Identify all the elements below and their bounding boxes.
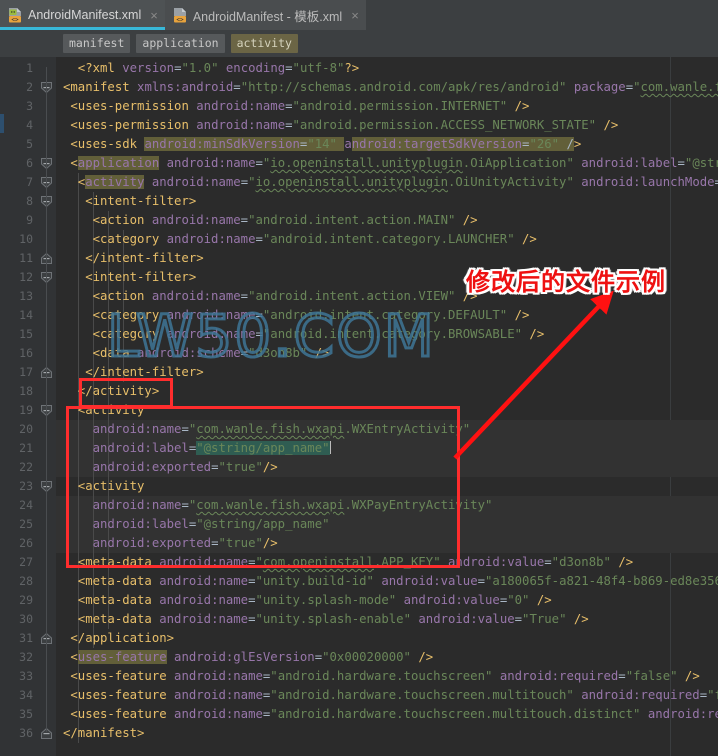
annotation-box-closing-activity bbox=[79, 378, 173, 408]
line-number: 2 bbox=[0, 78, 38, 97]
line-number: 8 bbox=[0, 192, 38, 211]
line-number: 24 bbox=[0, 496, 38, 515]
line-number: 19 bbox=[0, 401, 38, 420]
fold-spine bbox=[46, 276, 47, 371]
line-number: 23 bbox=[0, 477, 38, 496]
code-line[interactable]: <data android:scheme="d3on8b" /> bbox=[93, 344, 330, 363]
code-line[interactable]: <intent-filter> bbox=[85, 268, 196, 287]
code-line[interactable]: </application> bbox=[70, 629, 174, 648]
code-line[interactable]: <action android:name="android.intent.act… bbox=[93, 287, 478, 306]
breadcrumb-item-application[interactable]: application bbox=[136, 34, 224, 53]
editor-window: <> AndroidManifest.xml × <> AndroidManif… bbox=[0, 0, 718, 756]
code-line[interactable]: <meta-data android:name="unity.splash-en… bbox=[78, 610, 589, 629]
line-number: 15 bbox=[0, 325, 38, 344]
code-line[interactable]: </intent-filter> bbox=[85, 249, 203, 268]
code-line[interactable]: <uses-feature android:name="android.hard… bbox=[70, 667, 699, 686]
breadcrumb-item-activity[interactable]: activity bbox=[231, 34, 298, 53]
line-number: 22 bbox=[0, 458, 38, 477]
line-number: 32 bbox=[0, 648, 38, 667]
line-number: 26 bbox=[0, 534, 38, 553]
line-number: 10 bbox=[0, 230, 38, 249]
line-number: 4 bbox=[0, 116, 38, 135]
line-number: 31 bbox=[0, 629, 38, 648]
line-number: 9 bbox=[0, 211, 38, 230]
tab-close-icon[interactable]: × bbox=[150, 9, 158, 22]
svg-text:<>: <> bbox=[176, 16, 184, 23]
annotation-label-modified-file-example: 修改后的文件示例 bbox=[466, 262, 666, 297]
annotation-box-new-activities bbox=[66, 406, 460, 568]
code-line[interactable]: <?xml version="1.0" encoding="utf-8"?> bbox=[78, 59, 359, 78]
line-number: 28 bbox=[0, 572, 38, 591]
breadcrumb: manifest application activity bbox=[0, 30, 718, 57]
svg-text:<>: <> bbox=[11, 16, 19, 23]
code-line[interactable]: <uses-feature android:name="android.hard… bbox=[70, 686, 718, 705]
line-number: 30 bbox=[0, 610, 38, 629]
line-number: 7 bbox=[0, 173, 38, 192]
line-number: 25 bbox=[0, 515, 38, 534]
line-number: 6 bbox=[0, 154, 38, 173]
code-line[interactable]: </manifest> bbox=[63, 724, 144, 743]
android-xml-file-icon: <> bbox=[8, 7, 23, 23]
fold-spine bbox=[46, 181, 47, 257]
code-line[interactable]: <category android:name="android.intent.c… bbox=[93, 230, 537, 249]
xml-file-icon: <> bbox=[173, 7, 188, 23]
editor-gutter[interactable]: 1234567891011121314151617181920212223242… bbox=[0, 57, 56, 756]
code-line[interactable]: <manifest xmlns:android="http://schemas.… bbox=[63, 78, 718, 97]
tab-label: AndroidManifest.xml bbox=[28, 8, 141, 22]
code-line[interactable]: <uses-permission android:name="android.p… bbox=[70, 97, 529, 116]
line-number: 14 bbox=[0, 306, 38, 325]
tab-label: AndroidManifest - 模板.xml bbox=[193, 6, 342, 25]
line-number: 3 bbox=[0, 97, 38, 116]
fold-spine bbox=[46, 409, 47, 637]
editor-tab-bar: <> AndroidManifest.xml × <> AndroidManif… bbox=[0, 0, 718, 30]
line-number: 13 bbox=[0, 287, 38, 306]
code-line[interactable]: <uses-sdk android:minSdkVersion="14" and… bbox=[70, 135, 581, 154]
code-line[interactable]: <uses-feature android:name="android.hard… bbox=[70, 705, 718, 724]
line-number: 16 bbox=[0, 344, 38, 363]
code-line[interactable]: <intent-filter> bbox=[85, 192, 196, 211]
breadcrumb-item-manifest[interactable]: manifest bbox=[63, 34, 130, 53]
line-number: 36 bbox=[0, 724, 38, 743]
line-number: 17 bbox=[0, 363, 38, 382]
tab-androidmanifest-xml[interactable]: <> AndroidManifest.xml × bbox=[0, 0, 165, 30]
line-number: 11 bbox=[0, 249, 38, 268]
tab-close-icon[interactable]: × bbox=[351, 9, 359, 22]
line-number: 29 bbox=[0, 591, 38, 610]
line-number: 5 bbox=[0, 135, 38, 154]
code-line[interactable]: <action android:name="android.intent.act… bbox=[93, 211, 478, 230]
line-number: 21 bbox=[0, 439, 38, 458]
tab-androidmanifest-template-xml[interactable]: <> AndroidManifest - 模板.xml × bbox=[165, 0, 366, 30]
line-number: 35 bbox=[0, 705, 38, 724]
line-number: 12 bbox=[0, 268, 38, 287]
code-line[interactable]: <activity android:name="io.openinstall.u… bbox=[78, 173, 718, 192]
code-line[interactable]: <category android:name="android.intent.c… bbox=[93, 325, 545, 344]
line-number: 18 bbox=[0, 382, 38, 401]
changed-line-marker bbox=[0, 114, 4, 133]
code-line[interactable]: <meta-data android:name="unity.build-id"… bbox=[78, 572, 718, 591]
code-line[interactable]: <meta-data android:name="unity.splash-mo… bbox=[78, 591, 552, 610]
code-line[interactable]: <uses-feature android:glEsVersion="0x000… bbox=[70, 648, 433, 667]
code-line[interactable]: <uses-permission android:name="android.p… bbox=[70, 116, 618, 135]
line-number: 20 bbox=[0, 420, 38, 439]
code-line[interactable]: <category android:name="android.intent.c… bbox=[93, 306, 530, 325]
line-number: 27 bbox=[0, 553, 38, 572]
line-number: 34 bbox=[0, 686, 38, 705]
line-number: 1 bbox=[0, 59, 38, 78]
code-line[interactable]: <application android:name="io.openinstal… bbox=[70, 154, 718, 173]
line-number: 33 bbox=[0, 667, 38, 686]
